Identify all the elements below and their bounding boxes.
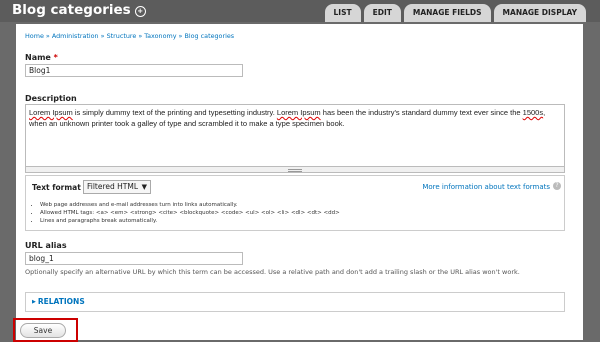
misspelled-word: Lorem Ipsum	[29, 108, 73, 117]
format-tip: Web page addresses and e-mail addresses …	[40, 201, 340, 209]
format-tips: Web page addresses and e-mail addresses …	[32, 201, 340, 225]
save-highlight: Save	[13, 318, 78, 342]
more-info-link[interactable]: More information about text formats	[422, 183, 550, 191]
description-textarea[interactable]: Lorem Ipsum is simply dummy text of the …	[25, 104, 565, 166]
star-circle-icon[interactable]: +	[134, 6, 146, 17]
save-button[interactable]: Save	[20, 323, 66, 338]
tab-edit[interactable]: EDIT	[363, 4, 401, 22]
url-alias-input[interactable]: blog_1	[25, 252, 243, 265]
description-label: Description	[25, 94, 77, 103]
tab-manage-display[interactable]: MANAGE DISPLAY	[493, 4, 586, 22]
resize-grip[interactable]	[25, 166, 565, 173]
top-bar: Blog categories + LIST EDIT MANAGE FIELDS…	[0, 0, 600, 22]
description-text: has been the industry's standard dummy t…	[320, 108, 523, 117]
page-title-text: Blog categories	[12, 2, 131, 18]
url-alias-hint: Optionally specify an alternative URL by…	[25, 268, 520, 276]
tab-manage-fields[interactable]: MANAGE FIELDS	[403, 4, 491, 22]
text-format-label: Text format	[32, 183, 81, 192]
name-label: Name *	[25, 53, 58, 62]
breadcrumb[interactable]: Home » Administration » Structure » Taxo…	[25, 32, 234, 40]
format-tip: Lines and paragraphs break automatically…	[40, 217, 340, 225]
relations-label: RELATIONS	[37, 297, 85, 306]
caret-right-icon: ▶	[32, 299, 36, 305]
content-panel: Home » Administration » Structure » Taxo…	[13, 24, 583, 342]
format-tip: Allowed HTML tags: <a> <em> <strong> <ci…	[40, 209, 340, 217]
help-icon[interactable]: ?	[553, 182, 561, 190]
url-alias-label: URL alias	[25, 241, 67, 250]
chevron-down-icon: ▼	[141, 183, 147, 191]
misspelled-word: 1500s	[522, 108, 544, 117]
text-format-select[interactable]: Filtered HTML ▼	[83, 180, 151, 194]
tab-list[interactable]: LIST	[324, 4, 361, 22]
description-text: is simply dummy text of the printing and…	[72, 108, 277, 117]
relations-fieldset[interactable]: ▶ RELATIONS	[25, 292, 565, 312]
tabs: LIST EDIT MANAGE FIELDS MANAGE DISPLAY	[324, 4, 586, 22]
page-title: Blog categories +	[12, 2, 146, 18]
text-format-selected: Filtered HTML	[87, 182, 139, 191]
name-input[interactable]: Blog1	[25, 64, 243, 77]
misspelled-word: Lorem Ipsum	[276, 108, 321, 117]
name-label-text: Name	[25, 53, 51, 62]
text-format-box: Text format Filtered HTML ▼ More informat…	[25, 175, 565, 231]
required-marker: *	[53, 53, 58, 62]
